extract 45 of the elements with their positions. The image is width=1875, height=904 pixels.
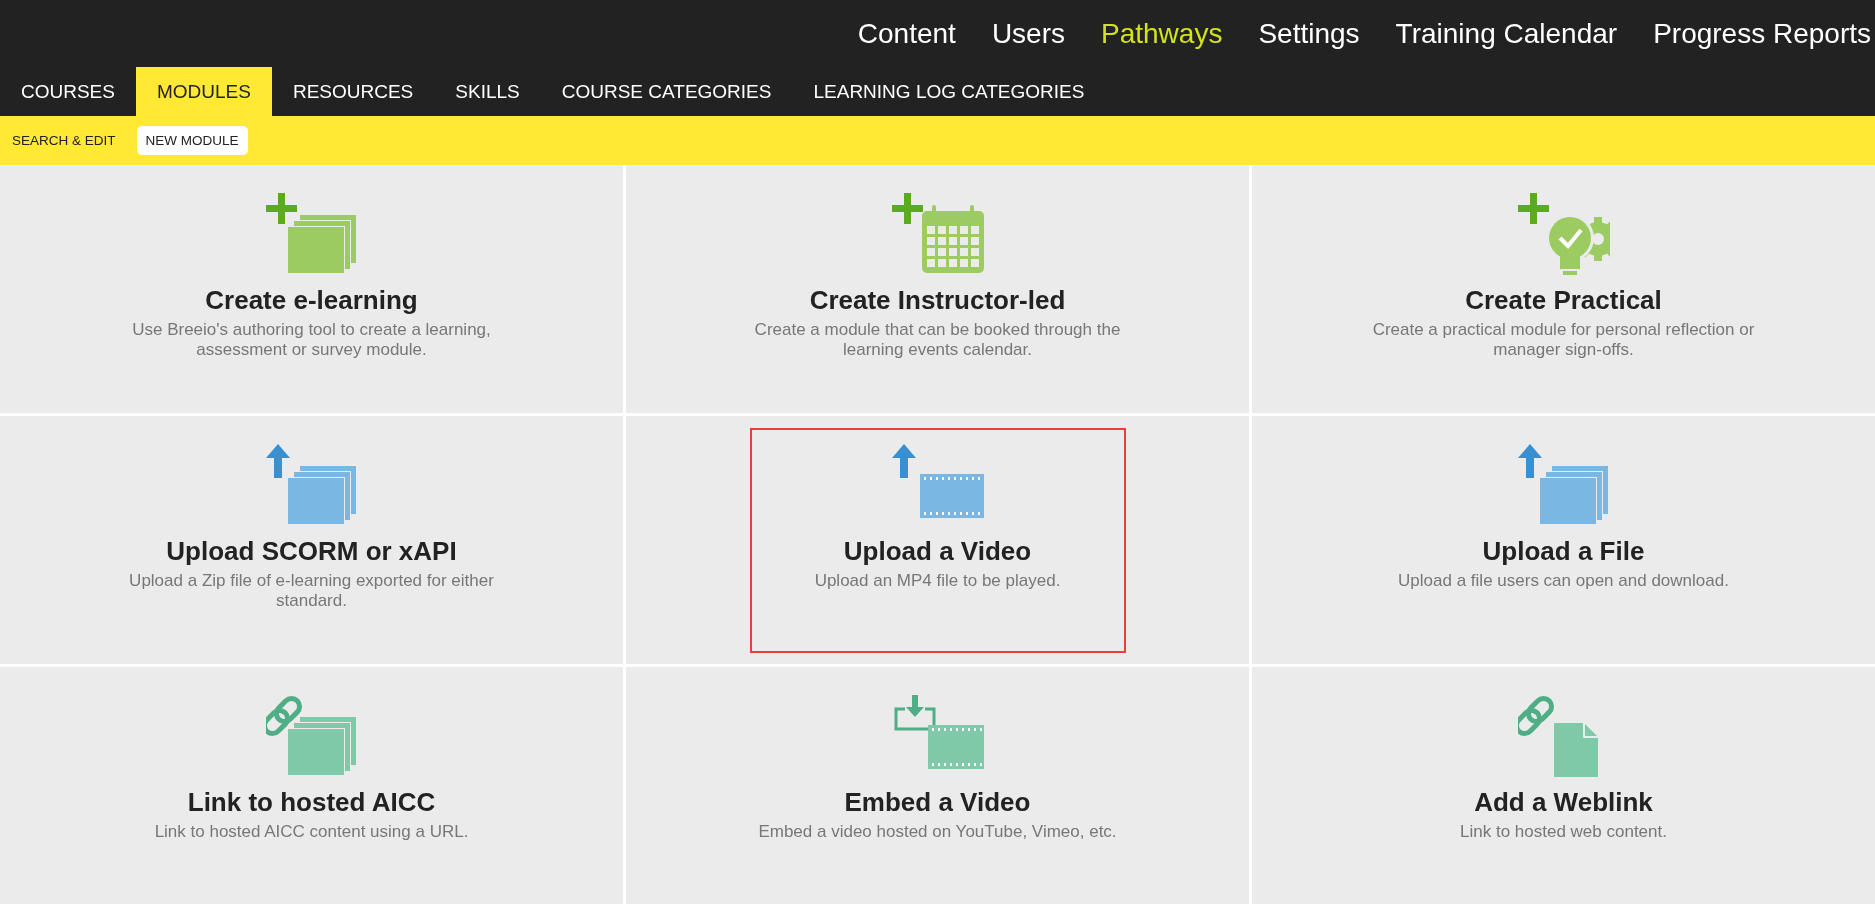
link-pages-icon bbox=[265, 695, 358, 777]
module-type-option[interactable]: Embed a Video Embed a video hosted on YouTube, Vimeo, etc. bbox=[749, 679, 1126, 904]
new-calendar-icon bbox=[891, 193, 984, 275]
module-type-description: Upload a file users can open and download. bbox=[1397, 571, 1730, 592]
module-type-description: Use Breeio's authoring tool to create a learning, assessment or survey module. bbox=[131, 320, 492, 361]
section-tab[interactable]: SKILLS bbox=[434, 67, 541, 116]
new-module-button[interactable]: NEW MODULE bbox=[136, 126, 248, 155]
module-type-description: Create a module that can be booked through the learning events calendar. bbox=[753, 320, 1122, 361]
module-type-title: Add a Weblink bbox=[1474, 787, 1653, 818]
upload-pages-icon bbox=[1517, 444, 1610, 526]
main-nav-link[interactable]: Training Calendar bbox=[1395, 17, 1618, 50]
module-type-description: Embed a video hosted on YouTube, Vimeo, etc. bbox=[757, 822, 1118, 843]
module-type-description: Upload an MP4 file to be played. bbox=[813, 571, 1062, 592]
main-nav-link[interactable]: Settings bbox=[1258, 17, 1360, 50]
section-tab[interactable]: RESOURCES bbox=[271, 67, 435, 116]
module-type-title: Upload SCORM or xAPI bbox=[166, 536, 457, 567]
module-type-description: Link to hosted web content. bbox=[1459, 822, 1668, 843]
module-type-title: Create Instructor-led bbox=[809, 285, 1066, 316]
module-type-title: Upload a Video bbox=[843, 536, 1032, 567]
module-type-option[interactable]: Create e-learning Use Breeio's authoring tool to create a learning, assessment or survey module. bbox=[123, 177, 500, 402]
module-type-option[interactable]: Add a Weblink Link to hosted web content. bbox=[1375, 679, 1752, 904]
section-tab[interactable]: LEARNING LOG CATEGORIES bbox=[792, 67, 1106, 116]
module-type-option[interactable]: Upload SCORM or xAPI Upload a Zip file of e-learning exported for either standard. bbox=[123, 428, 500, 653]
module-type-title: Embed a Video bbox=[844, 787, 1031, 818]
module-type-option[interactable]: Link to hosted AICC Link to hosted AICC content using a URL. bbox=[123, 679, 500, 904]
module-type-description: Link to hosted AICC content using a URL. bbox=[153, 822, 470, 843]
main-nav-link[interactable]: Progress Reports bbox=[1653, 17, 1871, 50]
module-type-option[interactable]: Upload a Video Upload an MP4 file to be played. bbox=[749, 428, 1126, 653]
module-type-option[interactable]: Upload a File Upload a file users can open and download. bbox=[1375, 428, 1752, 653]
module-type-title: Create Practical bbox=[1465, 285, 1662, 316]
module-type-title: Link to hosted AICC bbox=[187, 787, 436, 818]
upload-pages-icon bbox=[265, 444, 358, 526]
subnav-link[interactable]: SEARCH & EDIT bbox=[12, 126, 125, 155]
main-nav-link[interactable]: Pathways bbox=[1101, 17, 1223, 50]
module-type-description: Upload a Zip file of e-learning exported for either standard. bbox=[128, 571, 495, 612]
module-type-title: Create e-learning bbox=[205, 285, 418, 316]
section-tab[interactable]: COURSE CATEGORIES bbox=[540, 67, 793, 116]
module-type-option[interactable]: Create Instructor-led Create a module that can be booked through the learning events calendar. bbox=[749, 177, 1126, 402]
section-tab[interactable]: MODULES bbox=[135, 67, 272, 116]
module-type-title: Upload a File bbox=[1482, 536, 1645, 567]
new-pages-icon bbox=[265, 193, 358, 275]
new-lightbulb-gear-icon bbox=[1517, 193, 1610, 275]
section-tab[interactable]: COURSES bbox=[0, 67, 136, 116]
main-nav-link[interactable]: Users bbox=[991, 17, 1065, 50]
main-nav-link[interactable]: Content bbox=[857, 17, 956, 50]
